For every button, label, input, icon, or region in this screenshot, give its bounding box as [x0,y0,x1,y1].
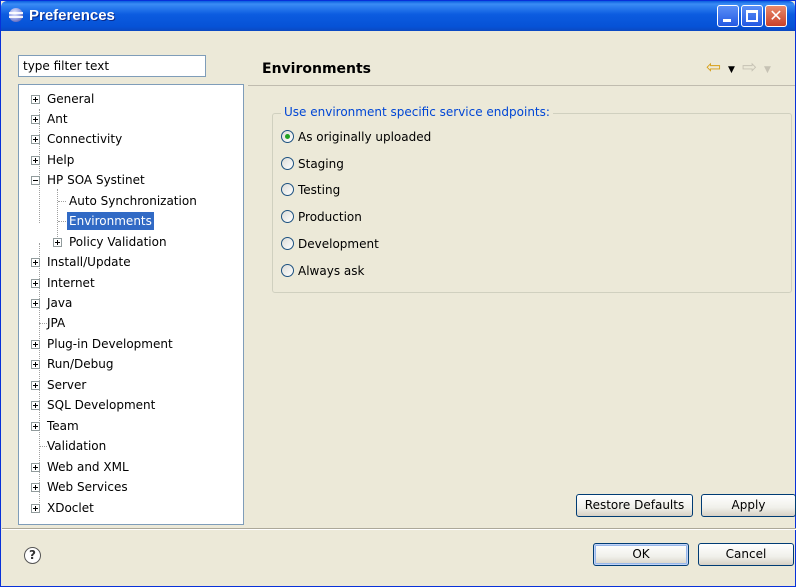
expand-icon[interactable] [31,95,40,104]
back-dropdown-icon[interactable]: ▼ [728,61,735,79]
apply-button[interactable]: Apply [701,494,796,517]
filter-input[interactable] [18,55,206,77]
ok-button[interactable]: OK [593,543,689,566]
radio-icon[interactable] [281,237,294,250]
tree-connector [39,323,47,324]
tree-connector [39,109,40,223]
expand-icon[interactable] [31,299,40,308]
expand-icon[interactable] [31,463,40,472]
collapse-icon[interactable] [31,176,40,185]
tree-connector [39,446,47,447]
tree-connector [58,221,66,222]
expand-icon[interactable] [31,360,40,369]
window-title: Preferences [29,7,115,24]
expand-icon[interactable] [31,156,40,165]
maximize-button[interactable] [741,5,763,27]
expand-icon[interactable] [53,238,62,247]
minimize-icon [723,19,731,22]
expand-icon[interactable] [31,279,40,288]
radio-checked-icon[interactable] [281,130,294,143]
tree-connector [58,201,66,202]
maximize-icon [746,10,758,22]
title-bar[interactable]: Preferences ✕ [1,1,795,31]
page-title: Environments [262,61,372,77]
separator [2,528,796,530]
radio-icon[interactable] [281,183,294,196]
help-icon[interactable]: ? [24,547,41,564]
expand-icon[interactable] [31,135,40,144]
close-icon: ✕ [769,6,783,25]
radio-icon[interactable] [281,210,294,223]
expand-icon[interactable] [31,504,40,513]
radio-icon[interactable] [281,264,294,277]
expand-icon[interactable] [31,483,40,492]
expand-icon[interactable] [31,381,40,390]
close-button[interactable]: ✕ [765,5,787,27]
preference-tree[interactable]: General Ant Connectivity Help HP SOA Sys… [18,84,244,525]
page-header: Environments ⇦ ▼ ⇨ ▼ [248,53,795,86]
expand-icon[interactable] [31,340,40,349]
forward-arrow-icon[interactable]: ⇨ [742,59,757,77]
back-arrow-icon[interactable]: ⇦ [706,59,721,77]
expand-icon[interactable] [31,422,40,431]
cancel-button[interactable]: Cancel [698,543,794,566]
expand-icon[interactable] [31,401,40,410]
eclipse-icon [9,8,23,22]
tree-connector [57,189,58,245]
expand-icon[interactable] [31,115,40,124]
environment-group-legend: Use environment specific service endpoin… [281,105,553,119]
preferences-window: Preferences ✕ General Ant Connectivity [0,0,796,587]
radio-icon[interactable] [281,157,294,170]
expand-icon[interactable] [31,258,40,267]
forward-dropdown-icon[interactable]: ▼ [764,61,771,79]
restore-defaults-button[interactable]: Restore Defaults [576,494,693,517]
minimize-button[interactable] [717,5,739,27]
